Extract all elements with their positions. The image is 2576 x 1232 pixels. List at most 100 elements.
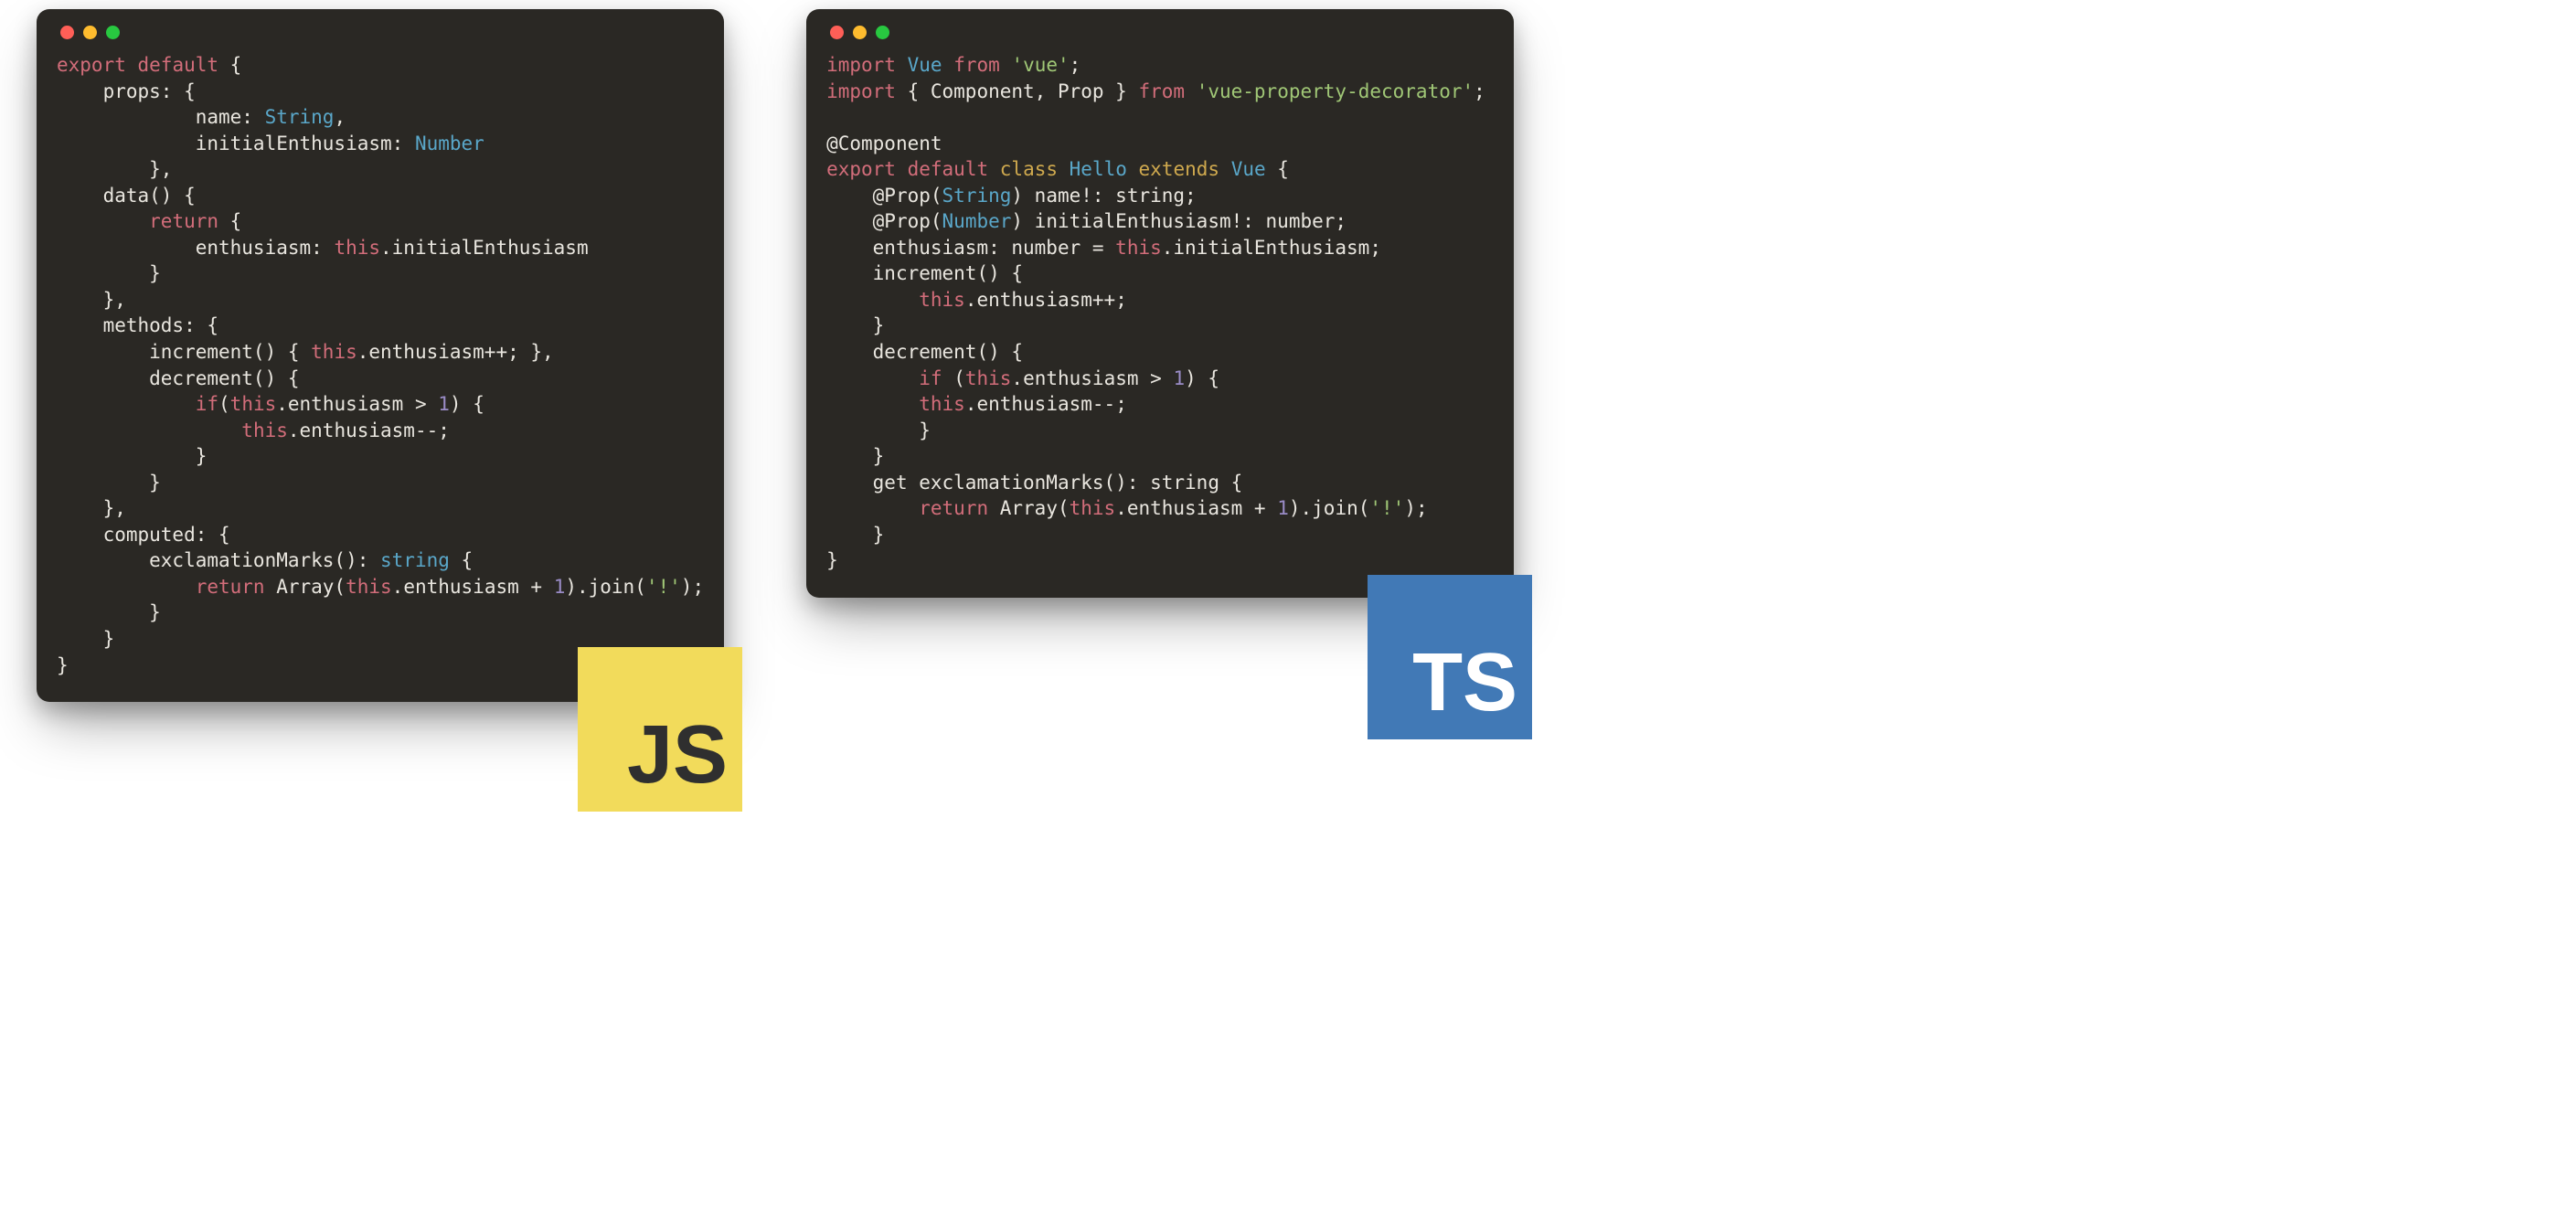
- code-token: [896, 158, 908, 180]
- minimize-icon[interactable]: [853, 26, 867, 39]
- code-token: '!': [1369, 497, 1404, 519]
- minimize-icon[interactable]: [83, 26, 97, 39]
- code-token: decrement() {: [826, 341, 1023, 363]
- code-token: [1127, 158, 1139, 180]
- zoom-icon[interactable]: [106, 26, 120, 39]
- code-token: }: [826, 524, 884, 546]
- code-token: [1185, 80, 1197, 102]
- code-token: enthusiasm:: [57, 237, 334, 259]
- code-token: export: [57, 54, 126, 76]
- code-token: @Prop(: [826, 210, 942, 232]
- code-token: ).join(: [565, 576, 646, 598]
- code-token: ) initialEnthusiasm!: number;: [1011, 210, 1347, 232]
- code-token: 1: [438, 393, 450, 415]
- code-token: from: [953, 54, 1000, 76]
- code-token: .enthusiasm >: [1011, 367, 1173, 389]
- code-token: {: [218, 54, 241, 76]
- code-token: Array(: [265, 576, 346, 598]
- code-token: increment() {: [57, 341, 311, 363]
- code-token: String: [942, 185, 1012, 207]
- comparison-stage: export default { props: { name: String, …: [0, 0, 2576, 738]
- code-token: from: [1138, 80, 1185, 102]
- code-block-ts: import Vue from 'vue'; import { Componen…: [826, 52, 1494, 574]
- code-token: Number: [942, 210, 1012, 232]
- code-token: if: [919, 367, 942, 389]
- code-token: }: [826, 549, 838, 571]
- code-token: export: [826, 158, 896, 180]
- code-token: Vue: [1231, 158, 1266, 180]
- code-token: computed: {: [57, 524, 230, 546]
- code-token: ).join(: [1289, 497, 1370, 519]
- code-block-js: export default { props: { name: String, …: [57, 52, 704, 678]
- code-token: [942, 54, 954, 76]
- code-token: methods: {: [57, 314, 218, 336]
- code-token: import: [826, 54, 896, 76]
- code-token: this: [346, 576, 392, 598]
- code-token: .enthusiasm++;: [965, 289, 1127, 311]
- code-token: .enthusiasm >: [276, 393, 438, 415]
- code-token: data() {: [57, 185, 196, 207]
- code-token: this: [230, 393, 277, 415]
- code-token: this: [919, 393, 965, 415]
- code-token: Vue: [908, 54, 942, 76]
- left-column: export default { props: { name: String, …: [37, 9, 724, 702]
- code-token: },: [57, 497, 126, 519]
- code-token: 1: [554, 576, 566, 598]
- close-icon[interactable]: [830, 26, 844, 39]
- code-token: 'vue-property-decorator': [1197, 80, 1474, 102]
- code-token: string: [380, 549, 450, 571]
- code-token: [57, 210, 149, 232]
- code-token: this: [241, 420, 288, 441]
- code-token: increment() {: [826, 262, 1023, 284]
- code-token: {: [218, 210, 241, 232]
- code-token: props: {: [57, 80, 196, 102]
- code-token: @Prop(: [826, 185, 942, 207]
- right-column: import Vue from 'vue'; import { Componen…: [806, 9, 1514, 598]
- code-token: return: [196, 576, 265, 598]
- code-token: exclamationMarks():: [57, 549, 380, 571]
- code-token: initialEnthusiasm:: [57, 133, 415, 154]
- code-token: ;: [1070, 54, 1081, 76]
- code-token: ) name!: string;: [1011, 185, 1196, 207]
- code-token: [57, 576, 196, 598]
- code-token: return: [919, 497, 988, 519]
- code-token: [1058, 158, 1070, 180]
- code-token: .enthusiasm--;: [965, 393, 1127, 415]
- code-token: this: [334, 237, 380, 259]
- code-token: }: [826, 314, 884, 336]
- code-token: ,: [334, 106, 346, 128]
- code-token: }: [57, 445, 207, 467]
- code-token: (: [942, 367, 965, 389]
- close-icon[interactable]: [60, 26, 74, 39]
- code-token: [896, 54, 908, 76]
- code-token: [57, 420, 241, 441]
- code-token: }: [57, 472, 161, 494]
- code-token: [1000, 54, 1012, 76]
- code-token: decrement() {: [57, 367, 300, 389]
- code-token: (: [218, 393, 230, 415]
- code-token: 1: [1277, 497, 1289, 519]
- ts-badge: TS: [1368, 575, 1532, 739]
- code-token: default: [138, 54, 219, 76]
- code-token: Hello: [1070, 158, 1127, 180]
- code-token: .enthusiasm++; },: [357, 341, 554, 363]
- code-token: },: [57, 289, 126, 311]
- js-badge: JS: [578, 647, 742, 812]
- code-token: 'vue': [1011, 54, 1069, 76]
- code-token: [126, 54, 138, 76]
- code-token: [826, 289, 919, 311]
- code-token: this: [919, 289, 965, 311]
- code-token: ;: [1474, 80, 1485, 102]
- zoom-icon[interactable]: [876, 26, 889, 39]
- code-token: .initialEnthusiasm: [380, 237, 589, 259]
- code-token: extends: [1139, 158, 1220, 180]
- code-token: }: [57, 628, 114, 650]
- code-token: );: [681, 576, 704, 598]
- code-token: [826, 497, 919, 519]
- code-token: Number: [415, 133, 484, 154]
- code-token: [826, 367, 919, 389]
- editor-left: export default { props: { name: String, …: [37, 9, 724, 702]
- code-token: );: [1404, 497, 1427, 519]
- code-token: class: [1000, 158, 1058, 180]
- code-token: '!': [646, 576, 681, 598]
